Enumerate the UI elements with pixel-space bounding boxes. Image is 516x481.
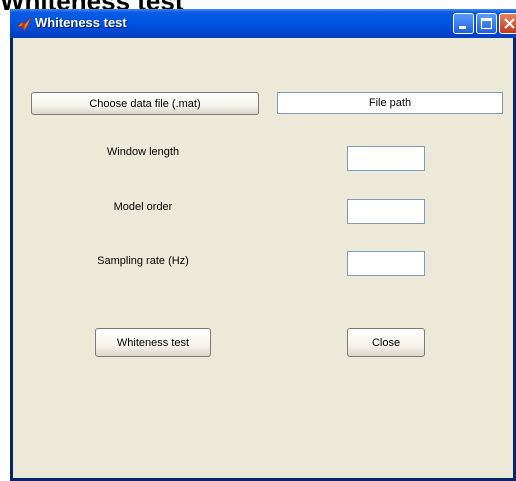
- file-path-field: File path: [277, 92, 503, 114]
- dialog-body: Choose data file (.mat) File path Window…: [13, 38, 513, 478]
- maximize-icon: [480, 17, 493, 30]
- maximize-button[interactable]: [476, 13, 497, 34]
- close-icon: [504, 18, 515, 29]
- sampling-rate-label: Sampling rate (Hz): [97, 255, 189, 267]
- dialog-window: Whiteness test Choose data file (.mat) F…: [10, 9, 516, 481]
- window-length-input[interactable]: [347, 146, 425, 171]
- minimize-icon: [459, 26, 466, 29]
- title-bar[interactable]: Whiteness test: [10, 9, 516, 38]
- close-button[interactable]: Close: [347, 328, 425, 357]
- close-window-button[interactable]: [499, 13, 516, 34]
- choose-data-file-button[interactable]: Choose data file (.mat): [31, 92, 259, 115]
- whiteness-test-button[interactable]: Whiteness test: [95, 328, 211, 357]
- model-order-input[interactable]: [347, 199, 425, 224]
- window-title: Whiteness test: [35, 15, 127, 30]
- matlab-logo-icon: [16, 16, 32, 32]
- minimize-button[interactable]: [453, 13, 474, 34]
- window-length-label: Window length: [106, 146, 180, 158]
- sampling-rate-input[interactable]: [347, 251, 425, 276]
- model-order-label: Model order: [113, 201, 173, 213]
